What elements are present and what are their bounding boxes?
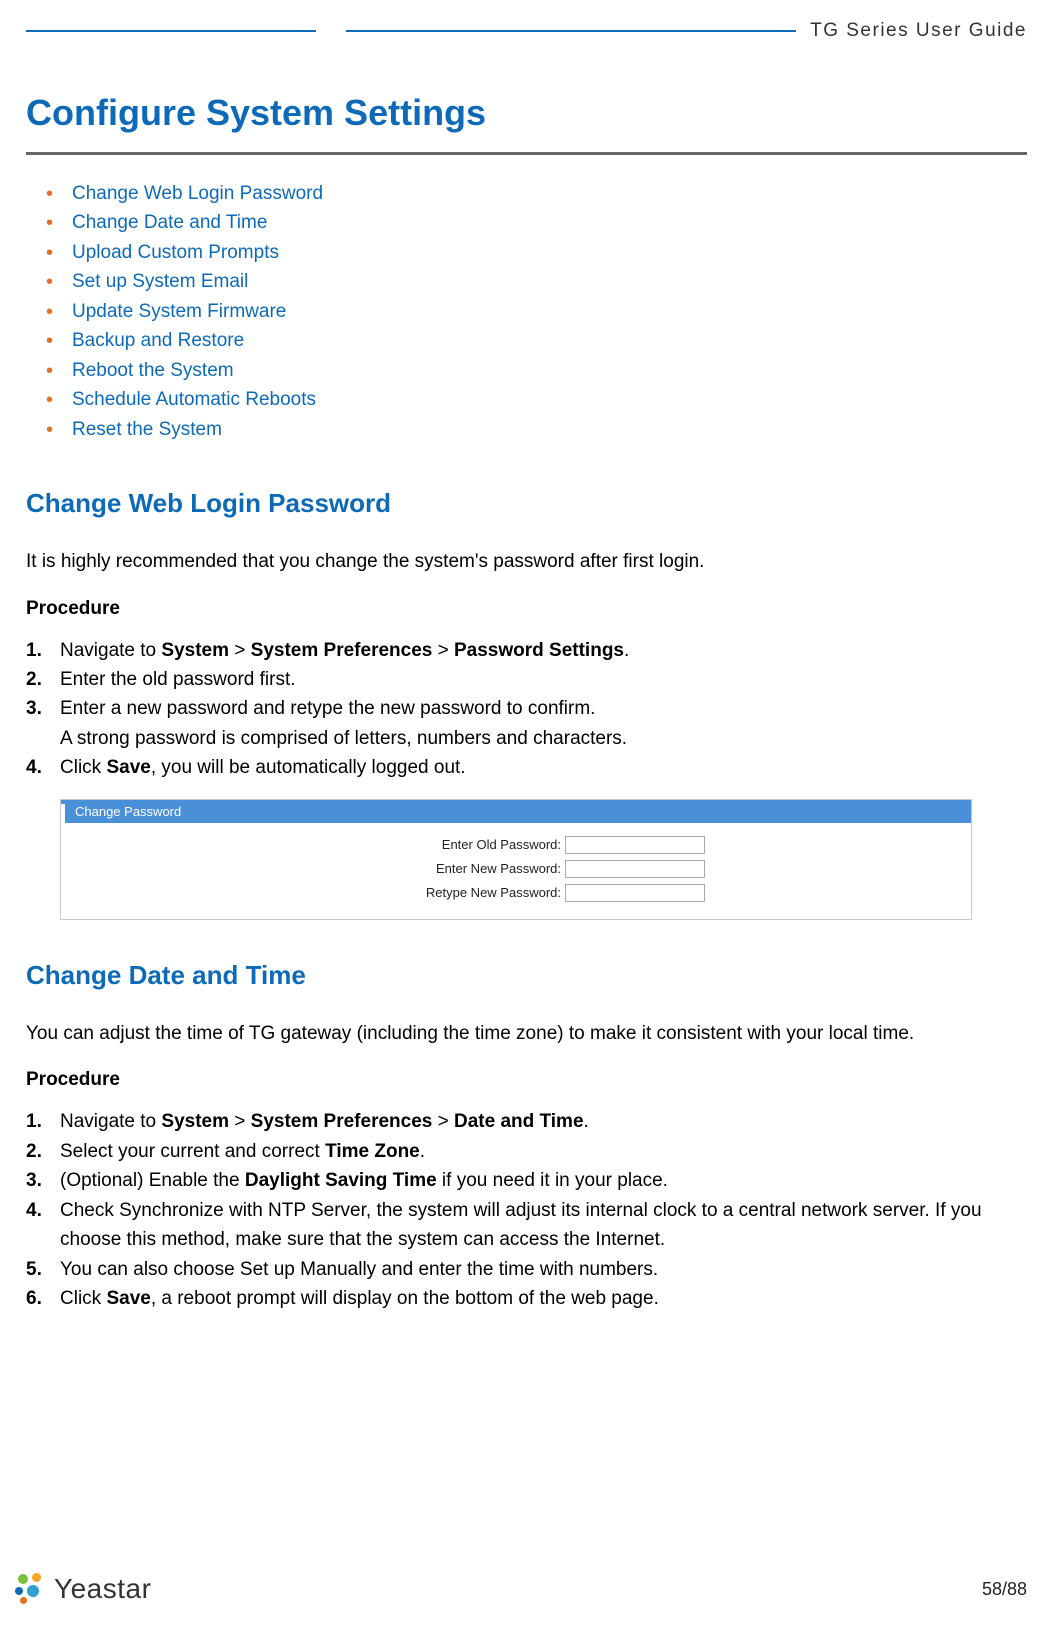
procedure-list-datetime: Navigate to System > System Preferences … <box>26 1107 1027 1313</box>
nav-path-part: System <box>161 640 229 661</box>
procedure-label: Procedure <box>26 1069 1027 1091</box>
page-number: 58/88 <box>982 1579 1027 1600</box>
procedure-list-password: Navigate to System > System Preferences … <box>26 636 1027 783</box>
procedure-step: Navigate to System > System Preferences … <box>26 1107 1027 1136</box>
section-intro: It is highly recommended that you change… <box>26 549 1027 576</box>
panel-title: Change Password <box>65 800 971 823</box>
toc-item[interactable]: Schedule Automatic Reboots <box>46 385 1027 414</box>
procedure-step: Enter a new password and retype the new … <box>26 694 1027 753</box>
footer: Yeastar 58/88 <box>14 1572 1027 1606</box>
nav-path-part: System Preferences <box>251 640 433 661</box>
toc-item[interactable]: Reboot the System <box>46 356 1027 385</box>
title-rule <box>26 152 1027 155</box>
section-intro: You can adjust the time of TG gateway (i… <box>26 1021 1027 1048</box>
header-bar: TG Series User Guide <box>26 20 1027 42</box>
brand-logo: Yeastar <box>14 1572 151 1606</box>
toc-list: Change Web Login Password Change Date an… <box>26 179 1027 444</box>
old-password-label: Enter Old Password: <box>65 837 565 852</box>
new-password-label: Enter New Password: <box>65 861 565 876</box>
procedure-step: Check Synchronize with NTP Server, the s… <box>26 1196 1027 1255</box>
procedure-step: You can also choose Set up Manually and … <box>26 1255 1027 1284</box>
step-text: A strong password is comprised of letter… <box>60 724 1027 753</box>
section-heading-date-time: Change Date and Time <box>26 960 1027 991</box>
header-rule-right <box>346 30 796 32</box>
change-password-panel: Change Password Enter Old Password: Ente… <box>60 799 972 920</box>
toc-item[interactable]: Change Date and Time <box>46 208 1027 237</box>
save-word: Save <box>106 757 150 778</box>
nav-path-part: System <box>161 1111 229 1132</box>
procedure-step: Click Save, a reboot prompt will display… <box>26 1284 1027 1313</box>
timezone-word: Time Zone <box>325 1141 420 1162</box>
brand-name: Yeastar <box>54 1573 151 1605</box>
procedure-label: Procedure <box>26 598 1027 620</box>
save-word: Save <box>106 1288 150 1309</box>
dst-word: Daylight Saving Time <box>245 1170 437 1191</box>
form-row-new-password: Enter New Password: <box>65 857 971 881</box>
nav-path-part: Date and Time <box>454 1111 584 1132</box>
page-title: Configure System Settings <box>26 92 1027 134</box>
guide-title: TG Series User Guide <box>796 20 1027 42</box>
procedure-step: Enter the old password first. <box>26 665 1027 694</box>
old-password-input[interactable] <box>565 836 705 854</box>
procedure-step: Select your current and correct Time Zon… <box>26 1137 1027 1166</box>
new-password-input[interactable] <box>565 860 705 878</box>
toc-item[interactable]: Set up System Email <box>46 267 1027 296</box>
toc-item[interactable]: Reset the System <box>46 415 1027 444</box>
procedure-step: (Optional) Enable the Daylight Saving Ti… <box>26 1166 1027 1195</box>
toc-item[interactable]: Change Web Login Password <box>46 179 1027 208</box>
procedure-step: Navigate to System > System Preferences … <box>26 636 1027 665</box>
procedure-step: Click Save, you will be automatically lo… <box>26 753 1027 782</box>
form-row-old-password: Enter Old Password: <box>65 833 971 857</box>
form-row-retype-password: Retype New Password: <box>65 881 971 905</box>
toc-item[interactable]: Upload Custom Prompts <box>46 238 1027 267</box>
header-rule-left <box>26 30 316 32</box>
toc-item[interactable]: Update System Firmware <box>46 297 1027 326</box>
step-text: Navigate to <box>60 640 161 661</box>
logo-mark-icon <box>14 1572 48 1606</box>
nav-path-part: System Preferences <box>251 1111 433 1132</box>
retype-password-input[interactable] <box>565 884 705 902</box>
toc-item[interactable]: Backup and Restore <box>46 326 1027 355</box>
step-text: Enter a new password and retype the new … <box>60 694 1027 723</box>
section-heading-change-password: Change Web Login Password <box>26 488 1027 519</box>
nav-path-part: Password Settings <box>454 640 624 661</box>
retype-password-label: Retype New Password: <box>65 885 565 900</box>
